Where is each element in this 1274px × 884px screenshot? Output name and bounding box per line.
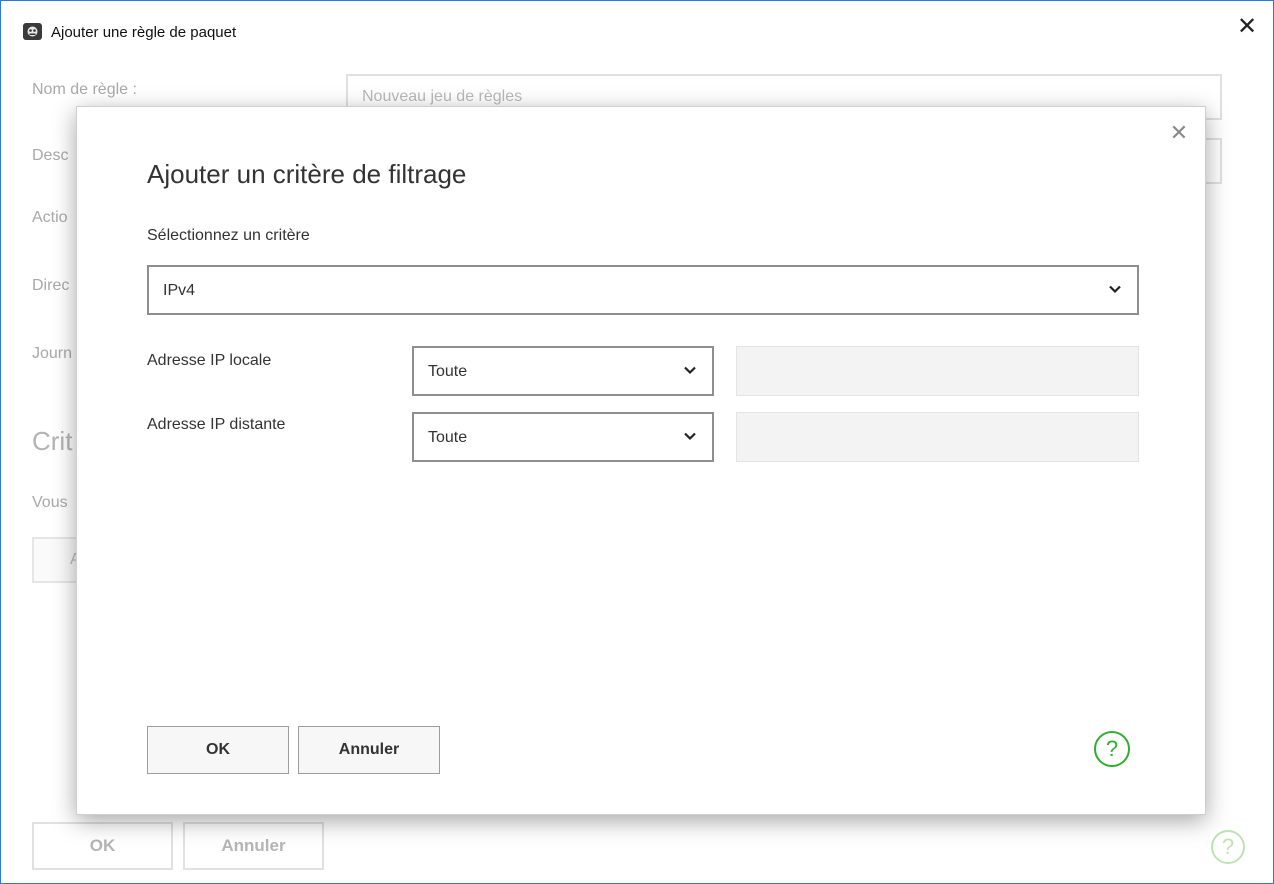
window-close-icon[interactable]: ✕	[1235, 15, 1259, 39]
dialog-title: Ajouter un critère de filtrage	[147, 159, 467, 189]
chevron-down-icon	[682, 362, 698, 378]
criterion-label: Sélectionnez un critère	[147, 227, 310, 244]
background-ok-button[interactable]: OK	[32, 822, 173, 870]
remote-ip-address-input[interactable]	[736, 412, 1139, 462]
dialog-cancel-button[interactable]: Annuler	[298, 726, 440, 774]
criterion-select-value: IPv4	[163, 282, 196, 299]
add-filter-criterion-dialog: ✕ Ajouter un critère de filtrage Sélecti…	[76, 106, 1206, 815]
local-ip-label: Adresse IP locale	[147, 352, 272, 369]
local-ip-mode-select[interactable]: Toute	[412, 346, 714, 396]
title-bar: Ajouter une règle de paquet ✕	[1, 1, 1273, 63]
remote-ip-label: Adresse IP distante	[147, 416, 286, 433]
journal-label: Journ	[32, 345, 73, 362]
criteria-heading: Crit	[32, 426, 73, 456]
app-logo-icon	[23, 23, 42, 40]
criteria-hint: Vous	[32, 494, 68, 511]
criterion-select[interactable]: IPv4	[147, 265, 1139, 315]
chevron-down-icon	[1107, 281, 1123, 297]
description-label: Desc	[32, 147, 69, 164]
background-help-icon[interactable]: ?	[1211, 830, 1245, 864]
dialog-ok-button[interactable]: OK	[147, 726, 289, 774]
chevron-down-icon	[682, 428, 698, 444]
action-label: Actio	[32, 209, 68, 226]
local-ip-address-input[interactable]	[736, 346, 1139, 396]
local-ip-mode-value: Toute	[428, 363, 468, 380]
rule-name-label: Nom de règle :	[32, 81, 137, 98]
dialog-close-icon[interactable]: ✕	[1169, 122, 1189, 144]
remote-ip-mode-select[interactable]: Toute	[412, 412, 714, 462]
direction-label: Direc	[32, 277, 70, 294]
background-cancel-button[interactable]: Annuler	[183, 822, 324, 870]
window-title: Ajouter une règle de paquet	[51, 24, 237, 41]
remote-ip-mode-value: Toute	[428, 429, 468, 446]
dialog-help-icon[interactable]: ?	[1094, 731, 1130, 767]
